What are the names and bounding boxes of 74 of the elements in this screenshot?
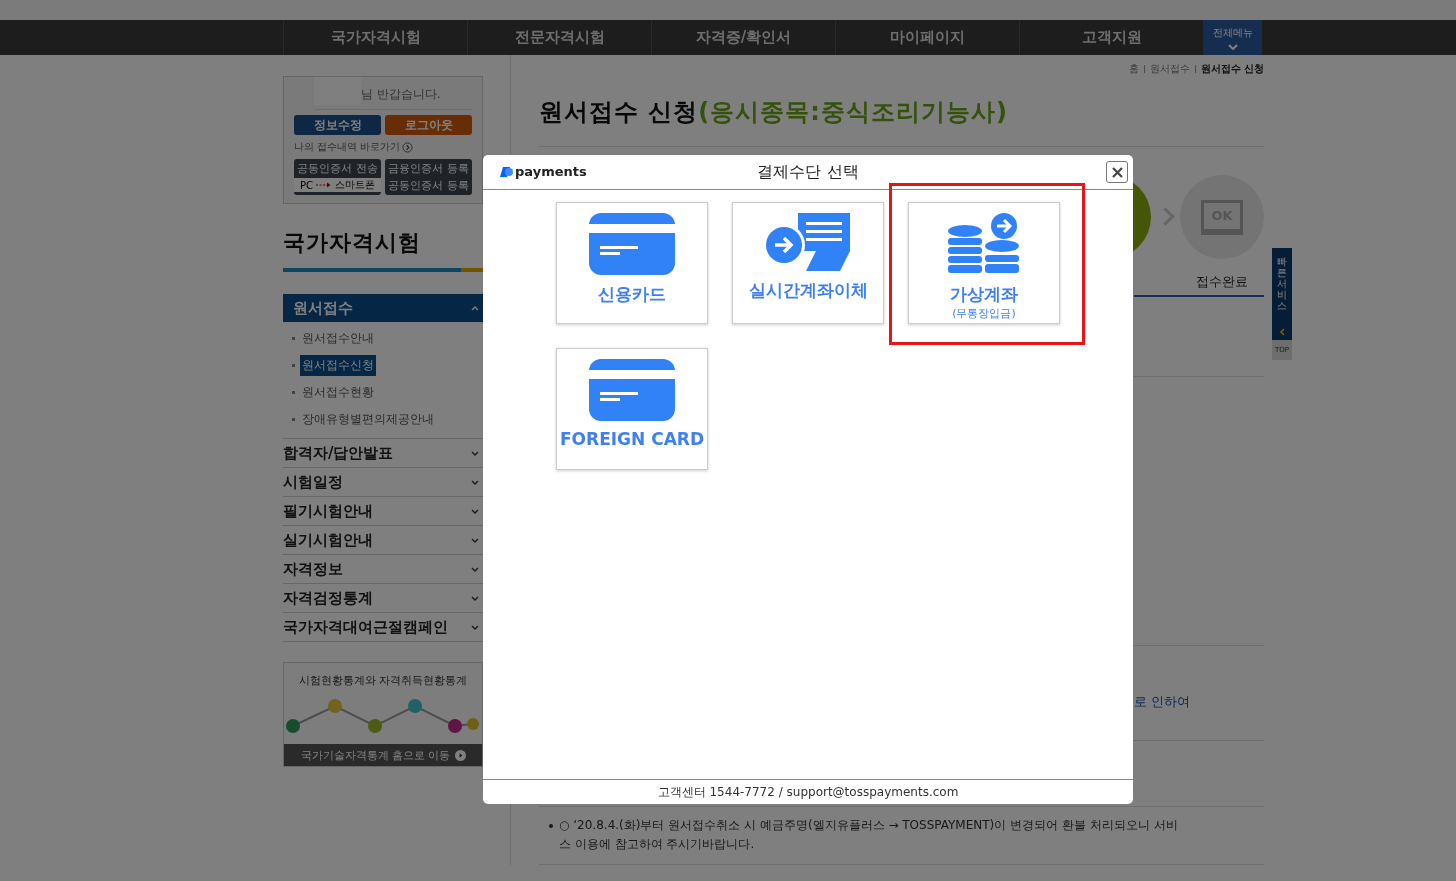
caret-icon [471, 566, 479, 572]
bullet-icon [292, 418, 295, 421]
nav-link[interactable]: 전문자격시험 [467, 20, 651, 55]
sidebar-section[interactable]: 실기시험안내 [283, 526, 483, 554]
sidebar-section[interactable]: 자격정보 [283, 555, 483, 583]
brand-name: payments [515, 164, 587, 179]
smartphone-label: 스마트폰 [335, 178, 375, 192]
nav-link[interactable]: 자격증/확인서 [651, 20, 835, 55]
sidebar-section[interactable]: 필기시험안내 [283, 497, 483, 525]
caret-icon [471, 624, 479, 630]
sidebar-item[interactable]: 원서접수현황 [300, 382, 376, 403]
play-icon [454, 749, 466, 761]
caret-icon [471, 450, 479, 456]
cert-register-label: 금융인증서 등록 [388, 161, 469, 176]
caret-icon [471, 595, 479, 601]
breadcrumb-link[interactable]: 원서접수 [1149, 62, 1190, 76]
method-label: FOREIGN CARD [560, 429, 704, 449]
method-label: 실시간계좌이체 [748, 279, 868, 302]
logo-icon [499, 165, 513, 178]
caret-icon [471, 479, 479, 485]
method-sublabel: (무통장입금) [952, 306, 1016, 321]
payment-method-button[interactable]: 실시간계좌이체 [732, 202, 884, 324]
cert-register-label: 공동인증서 등록 [388, 178, 469, 193]
breadcrumb-link[interactable]: 원서접수 신청 [1200, 62, 1264, 76]
notice-text: 로 인하여 [1133, 693, 1190, 711]
edit-info-button[interactable]: 정보수정 [294, 115, 381, 135]
cert-transfer-button[interactable]: 공동인증서 전송 PC 스마트폰 [294, 159, 381, 195]
sidebar-item[interactable]: 장애유형별편의제공안내 [300, 409, 436, 430]
sidebar-item[interactable]: 원서접수안내 [300, 328, 376, 349]
coins-icon [948, 213, 1020, 275]
quick-service-bar[interactable]: 빠른서비스 [1272, 248, 1292, 340]
credit-card-icon [589, 213, 675, 275]
page-title: 원서접수 신청(응시종목:중식조리기능사) [539, 97, 1009, 128]
payment-method-button[interactable]: FOREIGN CARD [556, 348, 708, 470]
caret-icon [471, 305, 479, 311]
dialog-title: 결제수단 선택 [757, 161, 859, 183]
caret-icon [471, 508, 479, 514]
sidebar-section[interactable]: 자격검정통계 [283, 584, 483, 612]
bullet-icon [292, 364, 295, 367]
payment-method-button[interactable]: 신용카드 [556, 202, 708, 324]
nav-link[interactable]: 마이페이지 [835, 20, 1019, 55]
cert-transfer-label: 공동인증서 전송 [297, 161, 378, 176]
credit-card-icon [589, 359, 675, 421]
close-icon [1111, 166, 1123, 178]
sidebar-item[interactable]: 원서접수신청 [300, 355, 376, 376]
bullet-icon [292, 391, 295, 394]
all-menu-button[interactable]: 전체메뉴 [1203, 20, 1262, 55]
my-applications-link[interactable]: 나의 접수내역 바로가기 [294, 140, 401, 154]
method-label: 신용카드 [598, 283, 666, 306]
stats-home-link[interactable]: 국가기술자격통계 홈으로 이동 [284, 744, 482, 766]
close-button[interactable] [1106, 161, 1128, 183]
caret-icon [471, 537, 479, 543]
sidebar-section[interactable]: 시험일정 [283, 468, 483, 496]
chevron-down-icon [1228, 43, 1238, 50]
bullet-icon [292, 337, 295, 340]
pc-label: PC [300, 179, 313, 191]
bullet-icon [549, 824, 553, 828]
method-label: 가상계좌 [950, 283, 1018, 306]
greeting-text: 님 반갑습니다. [361, 85, 441, 103]
sidebar-section[interactable]: 합격자/답안발표 [283, 439, 483, 467]
transfer-icon [764, 213, 852, 271]
arrow-right-icon [316, 182, 332, 188]
sidebar-section[interactable]: 국가자격대여근절캠페인 [283, 613, 483, 641]
logout-button[interactable]: 로그아웃 [385, 115, 472, 135]
sidebar-title: 국가자격시험 [283, 229, 422, 257]
cert-register-button[interactable]: 금융인증서 등록 공동인증서 등록 [385, 159, 472, 195]
nav-link[interactable]: 국가자격시험 [283, 20, 467, 55]
banner-title: 시험현황통계와 자격취득현황통계 [298, 673, 468, 688]
support-contact: 고객센터 1544-7772 / support@tosspayments.com [657, 783, 959, 801]
step-label: 접수완료 [1196, 273, 1248, 291]
sidebar-section[interactable]: 원서접수 [283, 294, 483, 322]
chevron-left-icon [1279, 328, 1285, 336]
notice-text: ○ ‘20.8.4.(화)부터 원서접수취소 시 예금주명(엘지유플러스 → TOSSPAYMENT)이 변경되어 환불 처리되오니 서비스 이용에 참고하여 주시기바랍니다. [559, 817, 1179, 853]
payment-method-button[interactable]: 가상계좌 (무통장입금) [908, 202, 1060, 324]
